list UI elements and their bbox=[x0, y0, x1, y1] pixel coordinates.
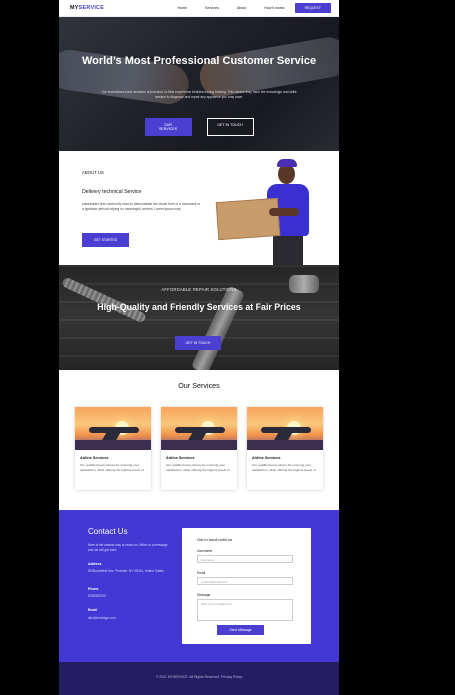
message-label: Message bbox=[197, 593, 211, 597]
top-nav: MYSERVICE Home Services About How it wor… bbox=[59, 0, 339, 17]
airplane-image bbox=[161, 407, 237, 450]
nav-link-how-it-works[interactable]: How it works bbox=[264, 6, 284, 10]
service-card-text: Our qualified team strives for ensuring … bbox=[80, 463, 144, 472]
footer: © 2021 MYSERVICE. All Rights Reserved. P… bbox=[59, 662, 339, 695]
service-card-text: Our qualified team strives for ensuring … bbox=[252, 463, 316, 472]
services-section: Our Services Airline Services Our qualif… bbox=[59, 370, 339, 510]
nav-link-home[interactable]: Home bbox=[177, 6, 187, 10]
service-card-title: Airline Services bbox=[166, 456, 195, 460]
address-value: 55 Bloomfield Ave. Pineville, NY 00044, … bbox=[88, 569, 164, 573]
service-cards: Airline Services Our qualified team stri… bbox=[75, 407, 323, 490]
email-field-label: Email bbox=[197, 571, 206, 575]
airplane-image bbox=[247, 407, 323, 450]
phone-label: Phone bbox=[88, 587, 99, 591]
service-card[interactable]: Airline Services Our qualified team stri… bbox=[75, 407, 151, 490]
username-input[interactable]: Username bbox=[197, 555, 293, 563]
send-message-button[interactable]: Send Message bbox=[217, 625, 264, 635]
hero-buttons: OUR SERVICES GET IN TOUCH bbox=[59, 118, 339, 136]
page: MYSERVICE Home Services About How it wor… bbox=[59, 0, 339, 695]
our-services-button[interactable]: OUR SERVICES bbox=[144, 118, 192, 136]
logo[interactable]: MYSERVICE bbox=[70, 5, 104, 11]
about-heading: Delivery technical Service bbox=[82, 189, 142, 195]
about-text: placeholder text commonly used to demons… bbox=[82, 202, 201, 211]
service-card-title: Airline Services bbox=[80, 456, 109, 460]
airplane-image bbox=[75, 407, 151, 450]
hero-title: World’s Most Professional Customer Servi… bbox=[81, 55, 317, 67]
hero-section: World’s Most Professional Customer Servi… bbox=[59, 17, 339, 151]
service-card[interactable]: Airline Services Our qualified team stri… bbox=[247, 407, 323, 490]
services-title: Our Services bbox=[178, 381, 220, 390]
logo-service: SERVICE bbox=[78, 5, 105, 11]
nav-link-about[interactable]: About bbox=[237, 6, 246, 10]
username-label: Username bbox=[197, 549, 213, 553]
email-input[interactable]: youremail@mail.com bbox=[197, 577, 293, 585]
contact-form: Get in touch with us Username Username E… bbox=[182, 528, 311, 644]
nav-link-services[interactable]: Services bbox=[205, 6, 219, 10]
contact-section: Contact Us Here is the easiest way to re… bbox=[59, 510, 339, 662]
get-started-button[interactable]: GET STARTED bbox=[82, 233, 129, 247]
address-label: Address bbox=[88, 562, 102, 566]
affordable-section: AFFORDABLE REPAIR SOLUTIONS High-Quality… bbox=[59, 265, 339, 370]
email-value[interactable]: alim@mortage.com bbox=[88, 616, 173, 621]
service-card-text: Our qualified team strives for ensuring … bbox=[166, 463, 230, 472]
contact-title: Contact Us bbox=[88, 527, 128, 536]
logo-my: MY bbox=[70, 5, 79, 11]
package-box bbox=[215, 197, 281, 241]
about-section: ABOUT US Delivery technical Service plac… bbox=[59, 151, 339, 265]
service-card-title: Airline Services bbox=[252, 456, 281, 460]
service-card[interactable]: Airline Services Our qualified team stri… bbox=[161, 407, 237, 490]
contact-subtitle: Here is the easiest way to reach us. Wri… bbox=[88, 543, 168, 552]
hero-subtitle: Our technicians have decades of practica… bbox=[101, 90, 297, 99]
form-heading: Get in touch with us bbox=[197, 537, 233, 542]
phone-value[interactable]: 5750987000 bbox=[88, 594, 173, 599]
afford-label: AFFORDABLE REPAIR SOLUTIONS bbox=[161, 287, 237, 292]
message-textarea[interactable]: Write your message here bbox=[197, 599, 293, 621]
footer-text: © 2021 MYSERVICE. All Rights Reserved. P… bbox=[155, 675, 243, 679]
nav-links: Home Services About How it works bbox=[159, 6, 284, 10]
email-label: Email bbox=[88, 608, 98, 612]
delivery-person-image bbox=[215, 156, 317, 265]
request-button[interactable]: REQUEST bbox=[294, 3, 331, 13]
afford-title: High-Quality and Friendly Services at Fa… bbox=[97, 302, 301, 312]
about-label: ABOUT US bbox=[82, 170, 104, 175]
get-in-touch-button[interactable]: GET IN TOUCH bbox=[206, 118, 254, 136]
afford-get-in-touch-button[interactable]: GET IN TOUCH bbox=[175, 336, 221, 350]
